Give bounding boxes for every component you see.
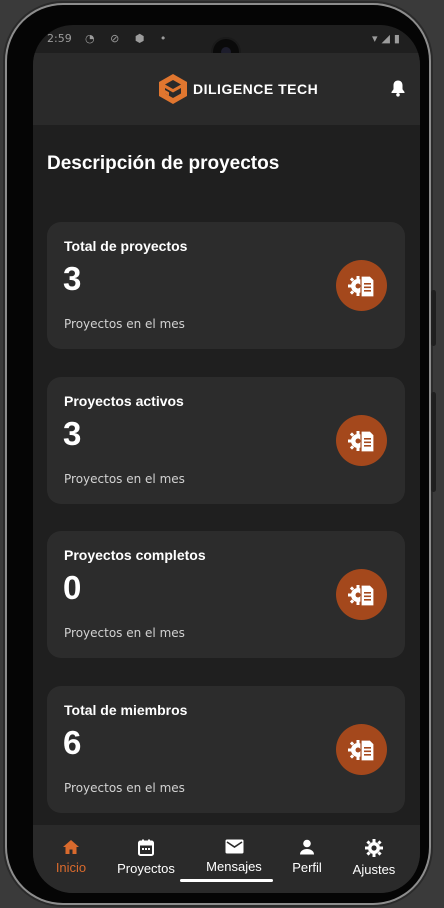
home-icon: [63, 840, 79, 854]
notifications-button[interactable]: [390, 79, 406, 101]
mail-icon: [225, 839, 243, 854]
card-subtitle: Proyectos en el mes: [64, 472, 185, 486]
nav-label: Inicio: [55, 860, 87, 875]
nav-label: Mensajes: [206, 859, 262, 874]
card-subtitle: Proyectos en el mes: [64, 626, 185, 640]
gear-icon: [365, 839, 383, 857]
card-subtitle: Proyectos en el mes: [64, 317, 185, 331]
phone-frame: 2:59 ◔ ⊘ ⬢ • ▾◢▮ DILIGENCE TECH Descripc…: [7, 5, 429, 903]
stat-card-total-projects[interactable]: Total de proyectos 3 Proyectos en el mes: [47, 222, 405, 349]
page-title: Descripción de proyectos: [47, 153, 280, 174]
stat-card-completed-projects[interactable]: Proyectos completos 0 Proyectos en el me…: [47, 531, 405, 658]
nav-label: Ajustes: [352, 862, 396, 877]
bottom-navigation: Inicio Proyectos Mensajes Perfil Ajustes: [33, 825, 420, 893]
brand-name: DILIGENCE TECH: [193, 81, 319, 97]
card-title: Proyectos completos: [64, 547, 206, 563]
nav-label: Perfil: [292, 860, 322, 875]
logo-icon: [159, 74, 187, 104]
stat-card-active-projects[interactable]: Proyectos activos 3 Proyectos en el mes: [47, 377, 405, 504]
nav-item-ajustes[interactable]: Ajustes: [339, 839, 409, 877]
person-icon: [300, 839, 314, 855]
project-settings-icon: [336, 724, 387, 775]
nav-label: Proyectos: [117, 861, 175, 876]
project-settings-icon: [336, 260, 387, 311]
status-notification-icons: ◔ ⊘ ⬢ •: [85, 32, 173, 45]
nav-item-mensajes[interactable]: Mensajes: [199, 839, 269, 874]
app-header: DILIGENCE TECH: [33, 53, 420, 125]
status-time: 2:59: [47, 32, 72, 45]
nav-item-inicio[interactable]: Inicio: [36, 839, 106, 875]
project-settings-icon: [336, 569, 387, 620]
bell-icon: [391, 80, 405, 97]
card-value: 6: [63, 724, 82, 761]
card-title: Total de miembros: [64, 702, 188, 718]
card-value: 0: [63, 569, 82, 606]
card-title: Proyectos activos: [64, 393, 184, 409]
volume-button: [431, 290, 436, 346]
card-subtitle: Proyectos en el mes: [64, 781, 185, 795]
card-value: 3: [63, 415, 82, 452]
phone-screen: 2:59 ◔ ⊘ ⬢ • ▾◢▮ DILIGENCE TECH Descripc…: [33, 25, 420, 893]
status-system-icons: ▾◢▮: [371, 32, 404, 45]
stat-card-total-members[interactable]: Total de miembros 6 Proyectos en el mes: [47, 686, 405, 813]
nav-item-perfil[interactable]: Perfil: [272, 839, 342, 875]
calendar-icon: [138, 839, 154, 856]
card-title: Total de proyectos: [64, 238, 188, 254]
card-value: 3: [63, 260, 82, 297]
nav-item-proyectos[interactable]: Proyectos: [111, 839, 181, 876]
project-settings-icon: [336, 415, 387, 466]
home-indicator[interactable]: [180, 879, 273, 882]
dashboard-content: Descripción de proyectos Total de proyec…: [33, 125, 420, 825]
brand-logo[interactable]: DILIGENCE TECH: [157, 73, 318, 105]
power-button: [431, 392, 436, 492]
